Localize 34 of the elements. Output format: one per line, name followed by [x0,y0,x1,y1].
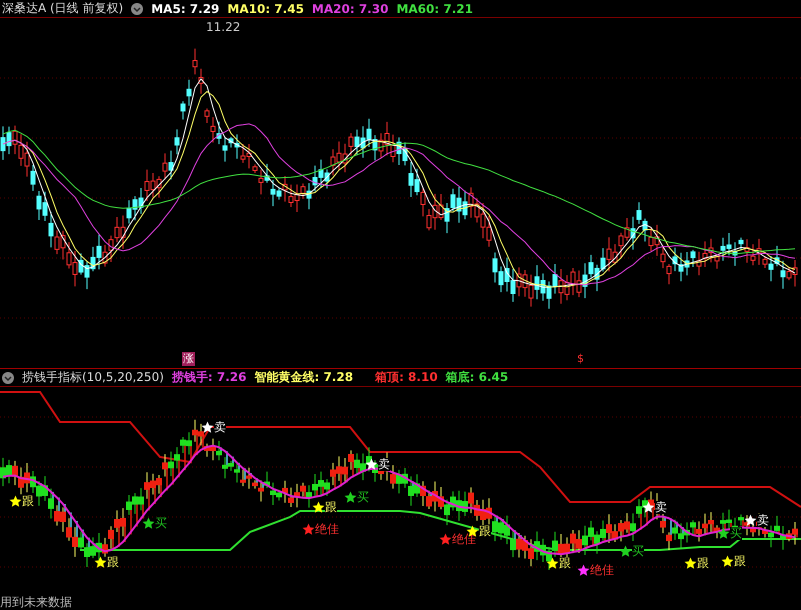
indicator-value: 智能黄金线: 7.28 [254,369,354,386]
signal-label: 买 [155,517,167,530]
signal-label: 跟 [107,556,119,569]
signal-label: 跟 [559,557,571,570]
indicator-value: 捞钱手: 7.26 [172,369,246,386]
peak-price-label: 11.22 [206,20,240,34]
signal-label: 绝佳 [590,564,614,577]
signal-label: 跟 [325,501,337,514]
dropdown-icon[interactable] [131,2,144,14]
signal-label: 绝佳 [452,533,476,546]
indicator-title: 捞钱手指标(10,5,20,250) [22,369,164,386]
indicator-value: MA5: 7.29 [151,2,220,16]
signal-label: 买 [730,527,742,540]
timeline-marker: $ [576,352,585,366]
signal-label: 跟 [22,495,34,508]
signal-label: 跟 [697,557,709,570]
indicator-value: MA10: 7.45 [227,2,304,16]
signal-label: 卖 [214,421,226,434]
signal-label: 跟 [734,555,746,568]
signal-label: 跟 [479,525,491,538]
indicator-value: 箱顶: 8.10 [375,369,438,386]
stock-title: 深桑达A (日线 前复权) [2,0,124,17]
indicator-value: 箱底: 6.45 [446,369,508,386]
dropdown-icon[interactable] [2,372,14,384]
footer-note: 用到未来数据 [0,594,72,610]
signal-label: 买 [357,491,369,504]
signal-label: 绝佳 [315,523,339,536]
signal-label: 卖 [378,458,390,471]
signal-label: 卖 [655,501,667,514]
signal-label: 卖 [757,514,769,527]
indicator-value: MA60: 7.21 [396,2,473,16]
signal-label: 买 [632,545,644,558]
indicator-value: MA20: 7.30 [312,2,388,16]
timeline-marker: 涨 [182,352,195,366]
